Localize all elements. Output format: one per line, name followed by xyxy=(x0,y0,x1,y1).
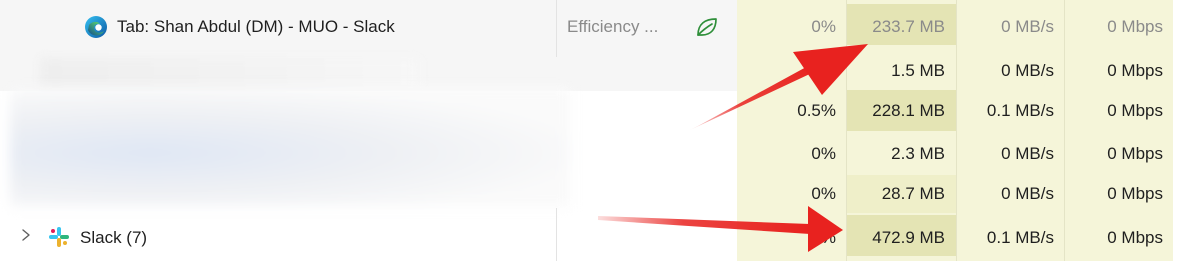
memory-value: 233.7 MB xyxy=(872,17,945,36)
disk-value: 0 MB/s xyxy=(1001,61,1054,80)
disk-value: 0 MB/s xyxy=(1001,144,1054,163)
memory-value: 472.9 MB xyxy=(872,228,945,247)
network-column xyxy=(1064,0,1173,261)
disk-column xyxy=(956,0,1064,261)
network-value: 0 Mbps xyxy=(1107,61,1163,80)
process-name: Slack (7) xyxy=(80,228,148,247)
network-value: 0 Mbps xyxy=(1107,101,1163,120)
status-text: Efficiency ... xyxy=(567,17,659,36)
network-value: 0 Mbps xyxy=(1107,144,1163,163)
chevron-right-icon[interactable] xyxy=(20,228,32,242)
memory-value: 1.5 MB xyxy=(891,61,945,80)
cpu-value: 0% xyxy=(811,61,836,80)
slack-icon xyxy=(49,227,69,247)
disk-value: 0 MB/s xyxy=(1001,17,1054,36)
task-manager-process-table: Tab: Shan Abdul (DM) - MUO - Slack Effic… xyxy=(0,0,1191,261)
memory-value: 28.7 MB xyxy=(881,184,945,203)
cpu-column xyxy=(737,0,846,261)
cpu-value: 0% xyxy=(811,228,836,247)
process-name: Tab: Shan Abdul (DM) - MUO - Slack xyxy=(117,17,395,36)
column-divider xyxy=(556,0,557,57)
disk-value: 0.1 MB/s xyxy=(986,228,1054,247)
disk-value: 0.1 MB/s xyxy=(986,101,1054,120)
memory-value: 228.1 MB xyxy=(872,101,945,120)
efficiency-leaf-icon xyxy=(697,18,717,36)
edge-icon xyxy=(85,16,107,38)
network-value: 0 Mbps xyxy=(1107,17,1163,36)
cpu-value: 0.5% xyxy=(797,101,836,120)
cpu-value: 0% xyxy=(811,144,836,163)
disk-value: 0 MB/s xyxy=(1001,184,1054,203)
memory-value: 2.3 MB xyxy=(891,144,945,163)
cpu-value: 0% xyxy=(811,184,836,203)
redacted-area xyxy=(40,58,420,88)
redacted-area-large xyxy=(10,88,570,206)
network-value: 0 Mbps xyxy=(1107,184,1163,203)
network-value: 0 Mbps xyxy=(1107,228,1163,247)
cpu-value: 0% xyxy=(811,17,836,36)
column-divider xyxy=(556,208,557,261)
